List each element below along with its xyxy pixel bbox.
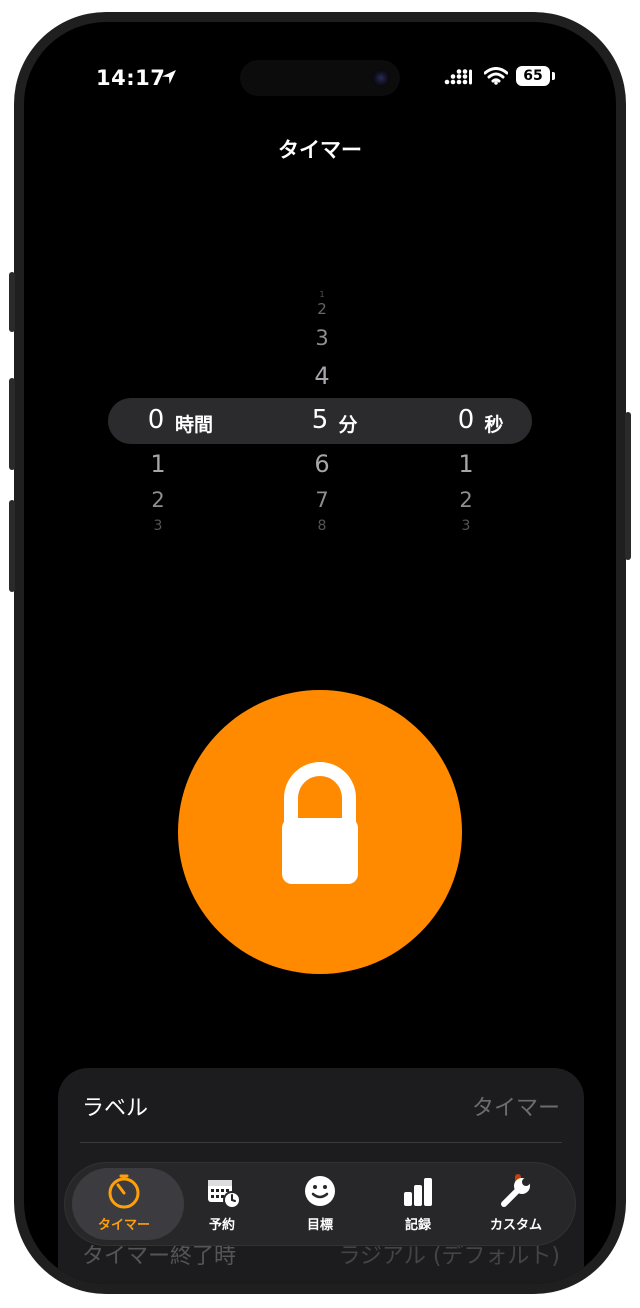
minutes-option[interactable]: 4: [304, 362, 340, 390]
hours-option[interactable]: 2: [144, 488, 172, 512]
tab-label: 予約: [208, 1218, 235, 1233]
tab-records[interactable]: 記録: [368, 1162, 468, 1246]
battery-level: 65: [516, 66, 550, 86]
wrench-icon: [501, 1174, 530, 1207]
minutes-option[interactable]: 3: [304, 326, 340, 350]
volume-up-button: [9, 378, 15, 470]
front-camera: [372, 69, 390, 87]
timer-icon: [108, 1174, 140, 1209]
minutes-option[interactable]: 1: [304, 290, 340, 299]
bar-chart-icon: [404, 1178, 432, 1206]
wifi-icon: [484, 67, 508, 85]
minutes-option[interactable]: 8: [304, 518, 340, 530]
minutes-option[interactable]: 6: [304, 450, 340, 478]
minutes-option[interactable]: 7: [304, 488, 340, 512]
tab-reservation[interactable]: 予約: [172, 1162, 272, 1246]
page-title: タイマー: [278, 138, 362, 162]
volume-down-button: [9, 500, 15, 592]
lock-icon-body: [282, 818, 358, 884]
divider: [80, 1142, 562, 1143]
screen: 14:17 65 タイマー 1 2 3 4 0 時間 5 分 0 秒 1 2 3…: [24, 22, 616, 1284]
lock-start-button[interactable]: [178, 690, 462, 974]
location-arrow-icon: [162, 70, 176, 84]
minutes-option[interactable]: 2: [304, 300, 340, 318]
minutes-selected[interactable]: 5: [308, 405, 332, 435]
tab-label: カスタム: [489, 1218, 542, 1233]
seconds-selected[interactable]: 0: [454, 405, 478, 435]
label-row-title[interactable]: ラベル: [82, 1090, 148, 1122]
tab-label: タイマー: [97, 1218, 150, 1233]
hours-selected[interactable]: 0: [144, 405, 168, 435]
hours-option[interactable]: 1: [144, 450, 172, 478]
tab-timer[interactable]: タイマー: [72, 1162, 184, 1246]
calendar-icon: [208, 1180, 241, 1209]
smiley-icon: [305, 1176, 335, 1206]
cellular-signal-icon: [444, 69, 472, 85]
minutes-unit: 分: [338, 414, 358, 436]
battery-tip: [552, 72, 555, 80]
power-button: [625, 412, 631, 560]
seconds-option[interactable]: 1: [452, 450, 480, 478]
seconds-option[interactable]: 2: [452, 488, 480, 512]
tab-goal[interactable]: 目標: [270, 1162, 370, 1246]
hours-unit: 時間: [174, 414, 213, 436]
hours-option[interactable]: 3: [144, 518, 172, 530]
label-row-value[interactable]: タイマー: [472, 1090, 560, 1122]
seconds-option[interactable]: 3: [452, 518, 480, 530]
status-time: 14:17: [96, 66, 166, 90]
tab-label: 記録: [404, 1218, 431, 1233]
tab-custom[interactable]: カスタム: [466, 1162, 566, 1246]
seconds-unit: 秒: [484, 414, 504, 436]
tab-label: 目標: [306, 1218, 333, 1233]
tab-bar: タイマー 予約 目標 記録 カスタム: [64, 1162, 576, 1246]
action-button: [9, 272, 15, 332]
